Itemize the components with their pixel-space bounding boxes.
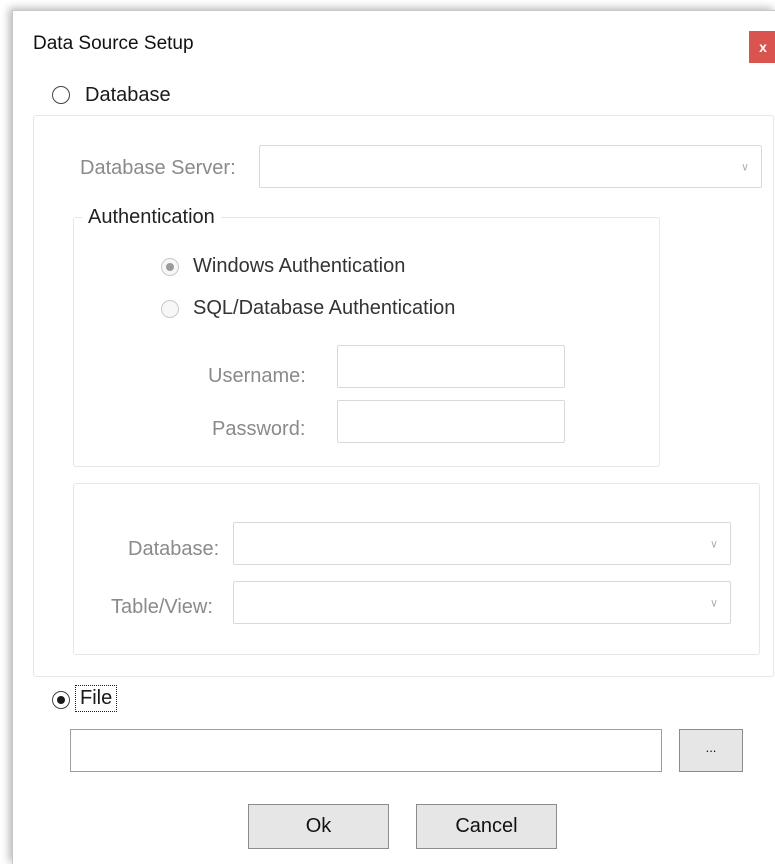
database-radio[interactable] (52, 86, 70, 104)
table-view-combo[interactable]: ∨ (233, 581, 731, 624)
database-combo[interactable]: ∨ (233, 522, 731, 565)
authentication-group-label: Authentication (82, 206, 221, 229)
database-table-group (73, 483, 760, 655)
radio-selected-dot (166, 263, 174, 271)
file-radio-label[interactable]: File (75, 685, 118, 712)
database-server-label: Database Server: (80, 157, 236, 179)
password-label: Password: (212, 418, 306, 440)
sql-auth-label[interactable]: SQL/Database Authentication (193, 297, 455, 320)
ok-button[interactable]: Ok (248, 804, 389, 849)
windows-auth-radio[interactable] (161, 258, 179, 276)
chevron-down-icon: ∨ (709, 597, 718, 609)
chevron-down-icon: ∨ (709, 538, 718, 550)
file-path-input[interactable] (70, 729, 662, 772)
file-radio[interactable] (52, 691, 70, 709)
windows-auth-label[interactable]: Windows Authentication (193, 255, 405, 278)
cancel-button[interactable]: Cancel (416, 804, 557, 849)
data-source-setup-dialog: Data Source Setup x Database Database Se… (12, 10, 775, 864)
close-button[interactable]: x (749, 31, 775, 63)
table-view-label: Table/View: (111, 596, 213, 618)
database-panel: Database Server: ∨ Authentication Window… (33, 115, 774, 677)
close-icon: x (759, 39, 767, 55)
radio-selected-dot (57, 696, 65, 704)
password-field[interactable] (337, 400, 565, 443)
database-server-combo[interactable]: ∨ (259, 145, 762, 188)
sql-auth-radio[interactable] (161, 300, 179, 318)
browse-button[interactable]: ... (679, 729, 743, 772)
username-field[interactable] (337, 345, 565, 388)
chevron-down-icon: ∨ (740, 161, 749, 173)
dialog-title: Data Source Setup (33, 33, 194, 54)
username-label: Username: (208, 365, 306, 387)
database-radio-label[interactable]: Database (85, 84, 171, 107)
database-label: Database: (128, 538, 220, 560)
